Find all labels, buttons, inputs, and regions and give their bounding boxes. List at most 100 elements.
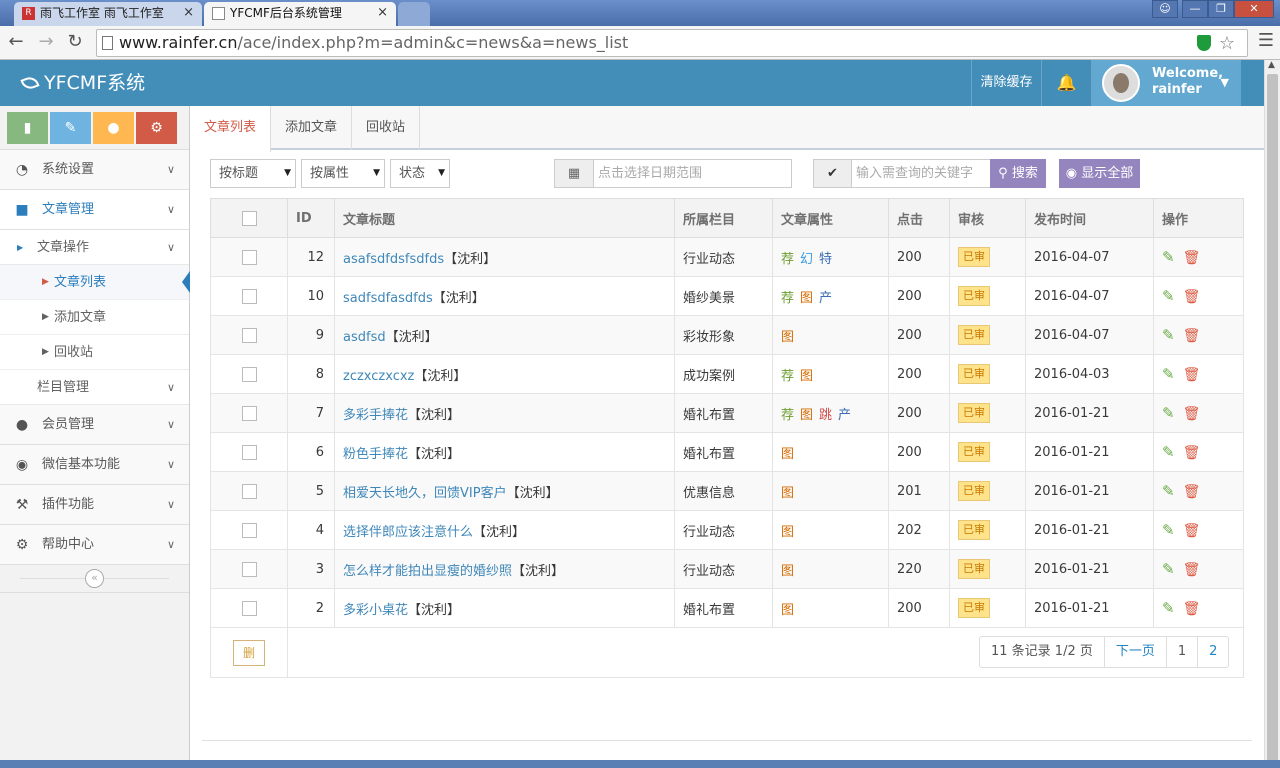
user-menu[interactable]: Welcome, rainfer ▼ — [1091, 60, 1241, 106]
edit-icon[interactable]: ✎ — [1162, 404, 1175, 422]
tab-article-list[interactable]: 文章列表 — [190, 106, 272, 152]
clear-cache-button[interactable]: 清除缓存 — [971, 60, 1041, 106]
close-tab-icon[interactable]: × — [183, 2, 194, 24]
sidebar-item-article-management[interactable]: ■ 文章管理 ∨ — [0, 190, 189, 230]
forward-icon[interactable]: → — [35, 32, 57, 54]
close-window-button[interactable]: ✕ — [1234, 0, 1274, 18]
article-title-link[interactable]: 选择伴郎应该注意什么 — [343, 525, 473, 540]
row-checkbox[interactable] — [241, 561, 257, 577]
article-title-link[interactable]: asdfsd — [343, 330, 386, 345]
scroll-up-icon[interactable]: ▲ — [1268, 60, 1275, 70]
edit-icon[interactable]: ✎ — [1162, 599, 1175, 617]
attribute-select[interactable]: 按属性 ▼ — [301, 159, 385, 188]
bulk-delete-button[interactable]: 删 — [233, 639, 265, 666]
edit-icon[interactable]: ✎ — [1162, 248, 1175, 266]
pencil-icon[interactable]: ✎ — [50, 112, 91, 144]
trash-icon[interactable]: 🗑 — [1183, 367, 1201, 383]
status-badge[interactable]: 已审 — [958, 442, 990, 462]
trash-icon[interactable]: 🗑 — [1183, 328, 1201, 344]
back-icon[interactable]: ← — [5, 32, 27, 54]
sidebar-item-add-article[interactable]: ▶ 添加文章 — [0, 300, 189, 335]
bell-icon[interactable]: 🔔 — [1041, 60, 1091, 106]
trash-icon[interactable]: 🗑 — [1183, 484, 1201, 500]
article-title-link[interactable]: zczxczxcxz — [343, 369, 414, 384]
edit-icon[interactable]: ✎ — [1162, 443, 1175, 461]
search-button[interactable]: ⚲ 搜索 — [990, 159, 1046, 188]
edit-icon[interactable]: ✎ — [1162, 287, 1175, 305]
maximize-button[interactable]: ❐ — [1208, 0, 1234, 18]
minimize-button[interactable]: — — [1182, 0, 1208, 18]
trash-icon[interactable]: 🗑 — [1183, 445, 1201, 461]
sidebar-item-member-management[interactable]: ● 会员管理 ∨ — [0, 405, 189, 445]
user-profile-icon[interactable]: ☺ — [1152, 0, 1178, 18]
status-badge[interactable]: 已审 — [958, 598, 990, 618]
edit-icon[interactable]: ✎ — [1162, 365, 1175, 383]
status-badge[interactable]: 已审 — [958, 364, 990, 384]
article-title-link[interactable]: sadfsdfasdfds — [343, 291, 433, 306]
show-all-button[interactable]: ◉ 显示全部 — [1059, 159, 1140, 188]
cogs-icon[interactable]: ⚙ — [136, 112, 177, 144]
sidebar-item-plugins[interactable]: ⚒ 插件功能 ∨ — [0, 485, 189, 525]
scrollbar-thumb[interactable] — [1267, 74, 1278, 768]
status-badge[interactable]: 已审 — [958, 559, 990, 579]
double-left-icon[interactable]: « — [85, 569, 104, 588]
select-all-checkbox[interactable] — [241, 210, 257, 226]
sidebar-item-help-center[interactable]: ⚙ 帮助中心 ∨ — [0, 525, 189, 565]
tab-add-article[interactable]: 添加文章 — [271, 106, 353, 150]
url-field[interactable]: www.rainfer.cn/ace/index.php?m=admin&c=n… — [96, 29, 1248, 57]
status-badge[interactable]: 已审 — [958, 286, 990, 306]
users-icon[interactable]: ● — [93, 112, 134, 144]
trash-icon[interactable]: 🗑 — [1183, 601, 1201, 617]
keyword-input[interactable]: ✔ 输入需查询的关键字 — [813, 159, 991, 188]
tab-recycle-bin[interactable]: 回收站 — [352, 106, 421, 150]
trash-icon[interactable]: 🗑 — [1183, 250, 1201, 266]
status-select[interactable]: 状态 ▼ — [390, 159, 450, 188]
sidebar-item-wechat[interactable]: ◉ 微信基本功能 ∨ — [0, 445, 189, 485]
edit-icon[interactable]: ✎ — [1162, 521, 1175, 539]
sidebar-subgroup-article-ops[interactable]: ▶ 文章操作 ∨ — [0, 230, 189, 265]
sidebar-item-system-settings[interactable]: ◔ 系统设置 ∨ — [0, 150, 189, 190]
page-scrollbar[interactable]: ▲ — [1264, 60, 1280, 768]
article-title-link[interactable]: 怎么样才能拍出显瘦的婚纱照 — [343, 564, 512, 579]
trash-icon[interactable]: 🗑 — [1183, 562, 1201, 578]
article-title-link[interactable]: 相爱天长地久，回馈VIP客户 — [343, 486, 507, 501]
article-title-link[interactable]: 多彩小桌花 — [343, 603, 408, 618]
row-checkbox[interactable] — [241, 522, 257, 538]
status-badge[interactable]: 已审 — [958, 247, 990, 267]
trash-icon[interactable]: 🗑 — [1183, 406, 1201, 422]
status-badge[interactable]: 已审 — [958, 481, 990, 501]
article-title-link[interactable]: 多彩手捧花 — [343, 408, 408, 423]
browser-menu-icon[interactable]: ☰ — [1258, 30, 1274, 51]
trash-icon[interactable]: 🗑 — [1183, 289, 1201, 305]
edit-icon[interactable]: ✎ — [1162, 482, 1175, 500]
signal-icon[interactable]: ▮ — [7, 112, 48, 144]
sidebar-item-column-management[interactable]: 栏目管理 ∨ — [0, 370, 189, 405]
status-badge[interactable]: 已审 — [958, 325, 990, 345]
row-checkbox[interactable] — [241, 249, 257, 265]
row-checkbox[interactable] — [241, 288, 257, 304]
row-checkbox[interactable] — [241, 366, 257, 382]
trash-icon[interactable]: 🗑 — [1183, 523, 1201, 539]
status-badge[interactable]: 已审 — [958, 520, 990, 540]
article-title-link[interactable]: 粉色手捧花 — [343, 447, 408, 462]
new-tab-button[interactable] — [398, 2, 430, 26]
reload-icon[interactable]: ↻ — [64, 32, 86, 54]
row-checkbox[interactable] — [241, 444, 257, 460]
close-tab-icon[interactable]: × — [377, 2, 388, 24]
title-select[interactable]: 按标题 ▼ — [210, 159, 296, 188]
shield-icon[interactable] — [1197, 35, 1211, 51]
article-title-link[interactable]: asafsdfdsfsdfds — [343, 252, 444, 267]
browser-tab-rainfer[interactable]: R 雨飞工作室 雨飞工作室 × — [14, 2, 202, 26]
edit-icon[interactable]: ✎ — [1162, 560, 1175, 578]
sidebar-item-recycle-bin[interactable]: ▶ 回收站 — [0, 335, 189, 370]
sidebar-item-article-list[interactable]: ▶ 文章列表 — [0, 265, 190, 300]
row-checkbox[interactable] — [241, 483, 257, 499]
next-page-link[interactable]: 下一页 — [1105, 637, 1167, 667]
row-checkbox[interactable] — [241, 600, 257, 616]
row-checkbox[interactable] — [241, 327, 257, 343]
edit-icon[interactable]: ✎ — [1162, 326, 1175, 344]
date-range-input[interactable]: ▦ 点击选择日期范围 — [554, 159, 792, 188]
app-logo[interactable]: YFCMF系统 — [20, 60, 145, 106]
browser-tab-yfcmf[interactable]: YFCMF后台系统管理 × — [204, 2, 396, 26]
page-link-2[interactable]: 2 — [1198, 637, 1228, 667]
